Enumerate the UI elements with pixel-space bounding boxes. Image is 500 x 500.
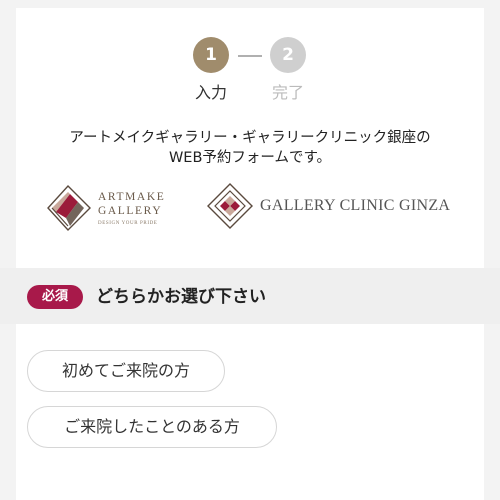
intro-text: アートメイクギャラリー・ギャラリークリニック銀座の WEB予約フォームです。 bbox=[40, 128, 460, 168]
step-1-label: 入力 bbox=[194, 83, 227, 102]
artmake-line-2: GALLERY bbox=[98, 205, 163, 217]
option-returning-visit-button[interactable]: ご来院したことのある方 bbox=[27, 406, 277, 448]
artmake-subtitle: DESIGN YOUR PRIDE bbox=[98, 221, 158, 226]
gallery-clinic-logo: GALLERY CLINIC GINZA bbox=[206, 182, 456, 232]
reservation-page: 1 2 入力 完了 アートメイクギャラリー・ギャラリークリニック銀座の WEB予… bbox=[0, 0, 500, 500]
question-title: どちらかお選び下さい bbox=[96, 287, 266, 307]
artmake-line-1: ARTMAKE bbox=[98, 191, 166, 203]
intro-line-1: アートメイクギャラリー・ギャラリークリニック銀座の bbox=[69, 130, 431, 146]
step-1-circle: 1 bbox=[193, 37, 229, 73]
gallery-clinic-name: GALLERY CLINIC GINZA bbox=[260, 197, 451, 214]
step-connector bbox=[238, 55, 262, 57]
artmake-emblem-icon bbox=[47, 184, 91, 232]
intro-line-2: WEB予約フォームです。 bbox=[168, 150, 332, 166]
artmake-gallery-logo: ARTMAKE GALLERY DESIGN YOUR PRIDE bbox=[46, 184, 186, 236]
option-first-visit-button[interactable]: 初めてご来院の方 bbox=[27, 350, 225, 392]
step-indicator: 1 2 入力 完了 bbox=[0, 0, 500, 110]
step-2-circle: 2 bbox=[270, 37, 306, 73]
step-2-label: 完了 bbox=[271, 83, 304, 102]
gallery-clinic-emblem-icon bbox=[207, 183, 253, 229]
required-badge: 必須 bbox=[27, 285, 83, 309]
